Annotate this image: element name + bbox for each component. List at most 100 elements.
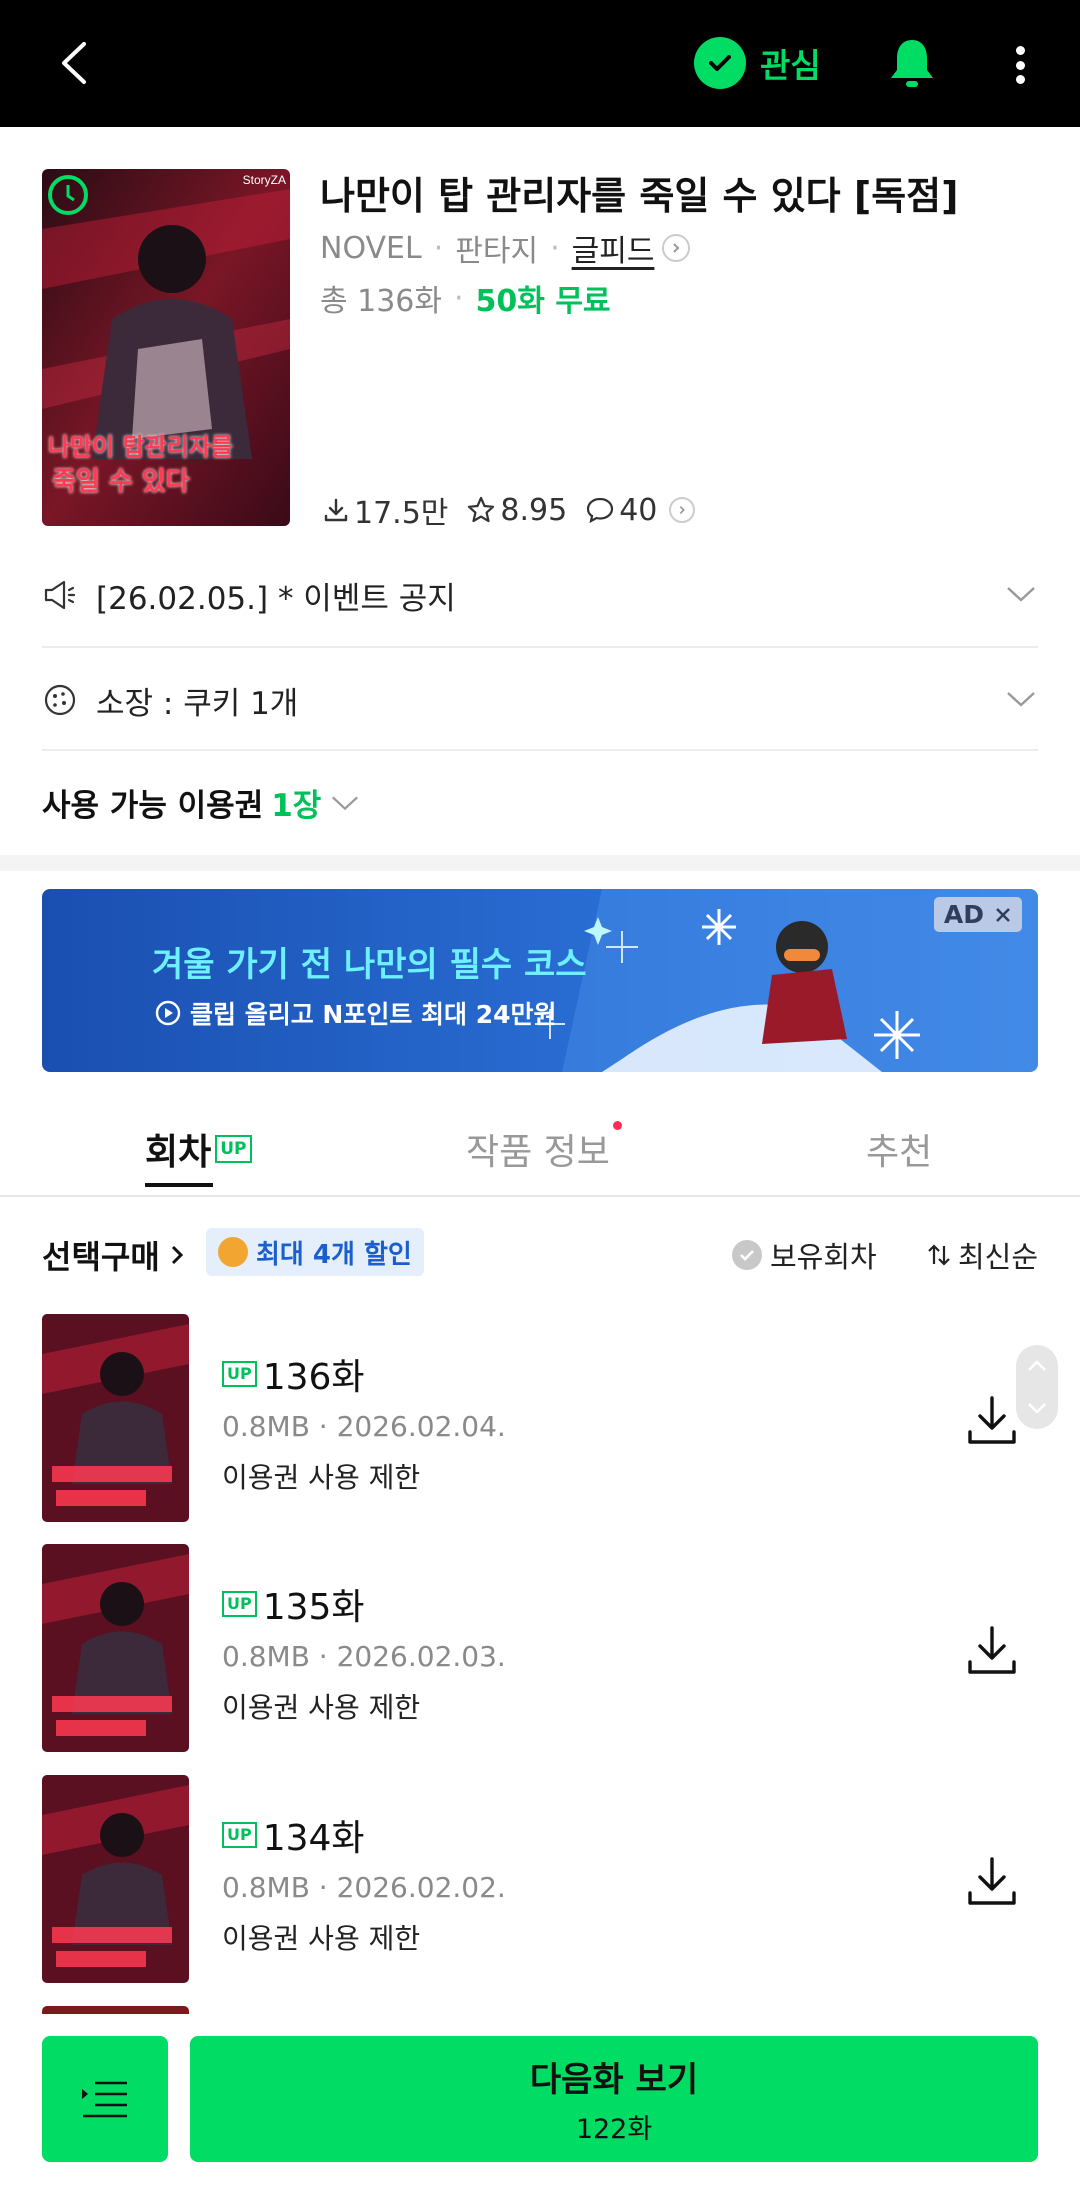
- ad-subtitle-text: 클립 올리고 N포인트 최대 24만원: [190, 1000, 557, 1029]
- favorite-button[interactable]: 관심: [694, 36, 821, 90]
- separator-dot: ·: [454, 280, 464, 316]
- episode-download-button[interactable]: [964, 1392, 1020, 1448]
- rating-stat: 8.95: [466, 493, 567, 528]
- voucher-row[interactable]: 사용 가능 이용권 1장: [42, 780, 361, 825]
- discount-badge[interactable]: 최대 4개 할인: [206, 1228, 424, 1276]
- tab-info-label: 작품 정보: [466, 1132, 610, 1173]
- episode-title: UP 134화: [222, 1809, 365, 1861]
- cookie-icon: [218, 1237, 248, 1267]
- select-purchase-label: 선택구매: [42, 1238, 160, 1276]
- episode-thumbnail: [42, 1314, 189, 1522]
- back-button[interactable]: [50, 38, 100, 88]
- author-link[interactable]: 글피드: [572, 226, 655, 270]
- comments-value: 40: [619, 492, 658, 528]
- episode-download-button[interactable]: [964, 1622, 1020, 1678]
- up-badge: UP: [215, 1135, 252, 1163]
- ad-badge[interactable]: AD: [933, 897, 1022, 932]
- select-purchase-button[interactable]: 선택구매: [42, 1232, 188, 1278]
- chevron-down-icon: [332, 796, 359, 810]
- owned-label: 보유회차: [770, 1240, 877, 1274]
- comments-stat[interactable]: 40: [585, 492, 696, 528]
- work-title: 나만이 탑 관리자를 죽일 수 있다 [독점]: [320, 174, 959, 218]
- cookie-icon: [44, 684, 76, 716]
- new-dot: [612, 1121, 622, 1130]
- event-notice-row[interactable]: [26.02.05.] * 이벤트 공지: [42, 560, 1038, 630]
- chevron-down-icon: [1007, 692, 1035, 707]
- divider: [42, 646, 1038, 648]
- chevron-up-icon: [1028, 1360, 1046, 1371]
- selection-bar: 선택구매 최대 4개 할인 보유회차 최신순: [42, 1228, 1038, 1278]
- next-episode-number: 122화: [575, 2114, 653, 2145]
- chevron-right-icon[interactable]: [662, 234, 691, 262]
- voucher-count: 1장: [271, 788, 322, 824]
- tab-episodes[interactable]: 회차 UP: [145, 1123, 252, 1187]
- episode-item[interactable]: UP 134화 0.8MB · 2026.02.02. 이용권 사용 제한: [42, 1775, 1038, 1985]
- event-notice-text: [26.02.05.] * 이벤트 공지: [96, 580, 456, 617]
- episode-item[interactable]: UP 135화 0.8MB · 2026.02.03. 이용권 사용 제한: [42, 1544, 1038, 1754]
- episode-title: UP 136화: [222, 1348, 365, 1400]
- sort-label: 최신순: [957, 1240, 1038, 1274]
- category-label: NOVEL: [320, 230, 422, 266]
- episode-meta: 0.8MB · 2026.02.03.: [222, 1640, 506, 1673]
- episode-limit: 이용권 사용 제한: [222, 1691, 421, 1724]
- episode-thumbnail: [42, 1544, 189, 1752]
- episode-meta: 0.8MB · 2026.02.02.: [222, 1871, 506, 1904]
- more-menu-button[interactable]: [1006, 40, 1034, 90]
- play-circle-icon: [155, 1000, 181, 1026]
- ad-subtitle: 클립 올리고 N포인트 최대 24만원: [154, 995, 557, 1031]
- next-episode-label: 다음화 보기: [529, 2060, 699, 2100]
- ad-banner[interactable]: 겨울 가기 전 나만의 필수 코스 클립 올리고 N포인트 최대 24만원 AD: [42, 889, 1038, 1072]
- voucher-label: 사용 가능 이용권: [42, 788, 264, 824]
- megaphone-icon: [44, 580, 76, 610]
- cookie-text: 소장 : 쿠키 1개: [96, 685, 299, 722]
- chevron-right-icon: [171, 1245, 183, 1265]
- next-episode-button[interactable]: 다음화 보기 122화: [190, 2036, 1038, 2162]
- chevron-down-icon: [1007, 587, 1035, 602]
- separator-dot: ·: [550, 230, 560, 266]
- chevron-right-icon: [669, 497, 696, 523]
- cookie-row[interactable]: 소장 : 쿠키 1개: [42, 665, 1038, 735]
- cover-image[interactable]: StoryZA 나만이 탑관리자를 죽일 수 있다: [42, 169, 290, 526]
- check-icon: [694, 37, 746, 89]
- scroll-handle[interactable]: [1016, 1345, 1058, 1429]
- separator-dot: ·: [433, 230, 444, 266]
- chevron-down-icon: [1028, 1403, 1046, 1414]
- up-badge: UP: [222, 1822, 257, 1848]
- sort-button[interactable]: 최신순: [926, 1234, 1038, 1276]
- episode-limit: 이용권 사용 제한: [222, 1461, 421, 1494]
- download-icon: [968, 1626, 1016, 1674]
- favorite-label: 관심: [760, 46, 821, 85]
- back-arrow-icon: [62, 42, 86, 84]
- episode-item[interactable]: UP 136화 0.8MB · 2026.02.04. 이용권 사용 제한: [42, 1314, 1038, 1524]
- tab-work-info[interactable]: 작품 정보: [466, 1121, 622, 1175]
- free-episodes: 50화 무료: [475, 284, 611, 319]
- list-icon: [82, 2081, 127, 2118]
- cover-title-line1: 나만이 탑관리자를: [48, 433, 233, 461]
- download-icon: [324, 498, 348, 522]
- episode-download-button[interactable]: [964, 1853, 1020, 1909]
- comment-icon: [587, 497, 614, 524]
- episode-list-button[interactable]: [42, 2036, 168, 2162]
- total-episodes: 총 136화: [320, 284, 442, 319]
- top-bar: 관심: [0, 0, 1080, 127]
- bottom-bar: 다음화 보기 122화: [0, 2014, 1080, 2186]
- section-gap: [0, 855, 1080, 871]
- sort-icon: [928, 1244, 950, 1266]
- divider: [42, 749, 1038, 751]
- up-badge: UP: [222, 1361, 257, 1387]
- episode-number: 135화: [262, 1587, 365, 1628]
- cover-publisher: StoryZA: [242, 173, 286, 187]
- notification-button[interactable]: [884, 34, 940, 92]
- tab-active-indicator: [145, 1183, 213, 1187]
- owned-episodes-filter[interactable]: 보유회차: [732, 1234, 877, 1276]
- up-badge: UP: [222, 1591, 257, 1617]
- episode-title: UP 135화: [222, 1578, 365, 1630]
- download-icon: [968, 1396, 1016, 1444]
- tab-recommend[interactable]: 추천: [866, 1123, 932, 1175]
- episode-thumbnail: [42, 1775, 189, 1983]
- genre-label: 판타지: [455, 234, 539, 269]
- dot-icon: [1015, 46, 1025, 55]
- tab-bar: 회차 UP 작품 정보 추천: [0, 1105, 1080, 1197]
- ad-headline: 겨울 가기 전 나만의 필수 코스: [152, 945, 587, 985]
- discount-text: 최대 4개 할인: [256, 1239, 412, 1270]
